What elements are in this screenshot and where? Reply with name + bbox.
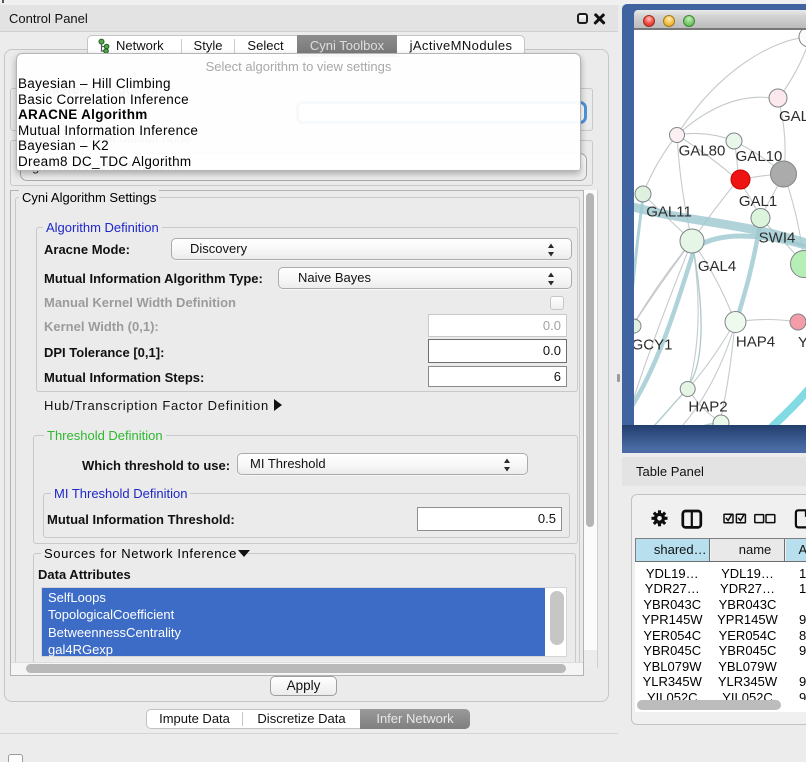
svg-text:GAL2: GAL2 xyxy=(779,108,806,125)
svg-text:HAP2: HAP2 xyxy=(688,399,727,416)
svg-text:HAP4: HAP4 xyxy=(736,334,775,351)
svg-text:GAL11: GAL11 xyxy=(646,204,692,221)
svg-text:GAL4: GAL4 xyxy=(698,258,736,275)
svg-text:GAL1: GAL1 xyxy=(739,193,777,210)
svg-text:GCY1: GCY1 xyxy=(634,337,672,354)
svg-text:GAL80: GAL80 xyxy=(679,143,726,160)
svg-text:SWI4: SWI4 xyxy=(759,230,796,247)
svg-text:YJ: YJ xyxy=(798,334,806,351)
svg-text:GAL10: GAL10 xyxy=(736,148,783,165)
